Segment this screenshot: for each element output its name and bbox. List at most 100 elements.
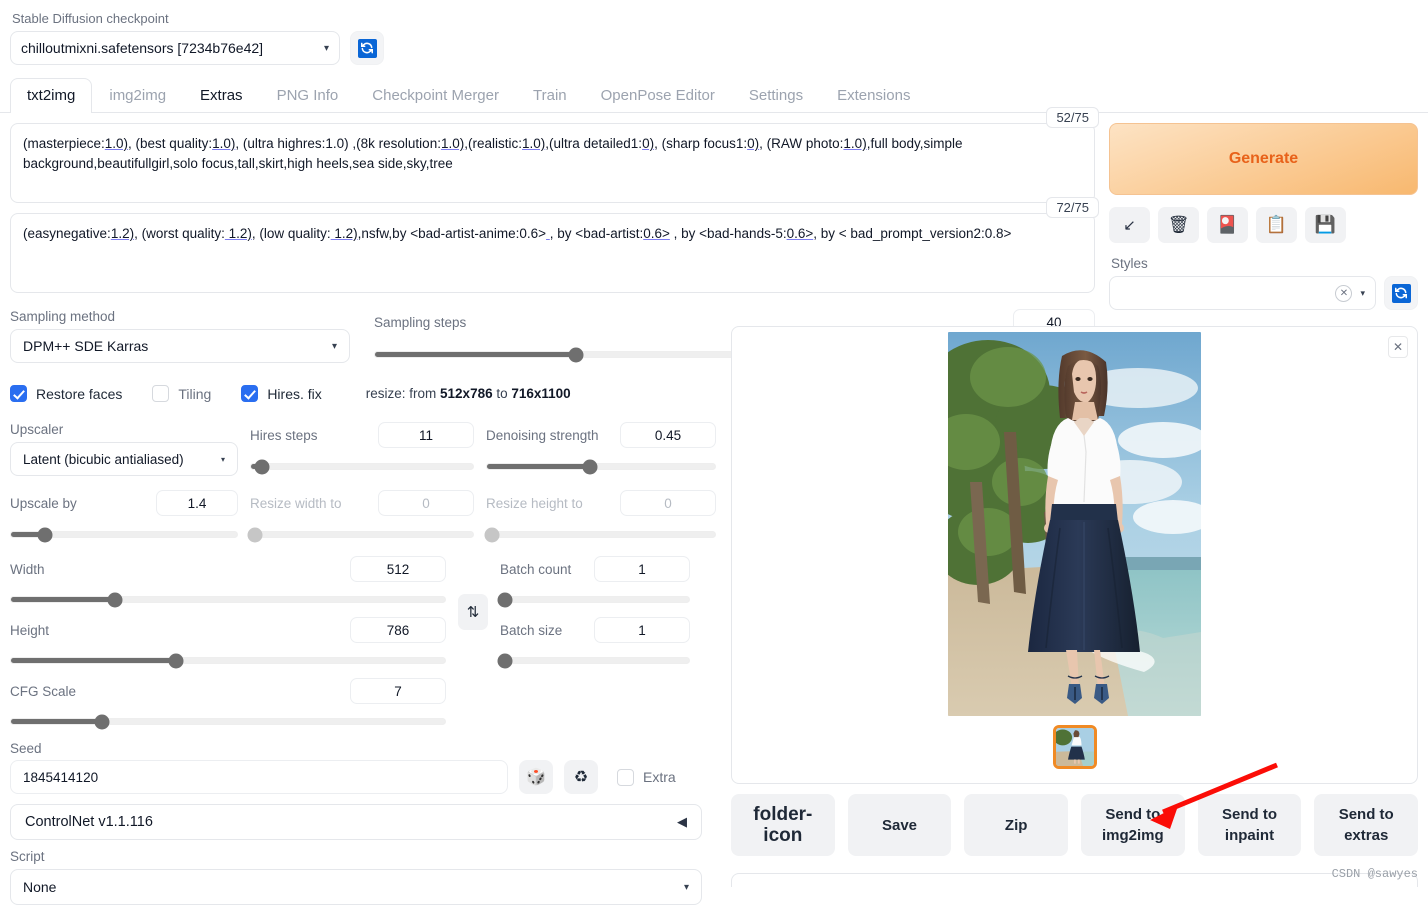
denoising-label: Denoising strength [486, 427, 599, 443]
trash-icon: 🗑 [1167, 215, 1190, 234]
seed-input[interactable]: 1845414120 [10, 760, 508, 794]
width-value[interactable]: 512 [350, 556, 446, 582]
send-to-img2img-button[interactable]: Send to img2img [1081, 794, 1185, 856]
random-seed-button[interactable]: 🎲 [519, 760, 553, 794]
tab-extras[interactable]: Extras [183, 78, 260, 113]
negative-prompt-token-counter: 72/75 [1046, 197, 1099, 218]
checkpoint-dropdown[interactable]: chilloutmixni.safetensors [7234b76e42] ▾ [10, 31, 340, 65]
resize-height-slider[interactable] [484, 527, 716, 542]
batch-count-slider[interactable] [497, 592, 690, 607]
save-style-button[interactable]: 💾 [1305, 207, 1346, 243]
resize-width-slider[interactable] [247, 527, 474, 542]
thumbnail-item[interactable] [1052, 725, 1097, 769]
tab-extensions[interactable]: Extensions [820, 78, 927, 113]
upscaler-dropdown[interactable]: Latent (bicubic antialiased) ▾ [10, 442, 238, 476]
bottom-panel-strip [731, 873, 1418, 887]
prompt-seg: , (sharp focus1: [654, 136, 748, 151]
checkpoint-refresh-button[interactable] [350, 31, 384, 65]
prompt-seg: ,(ultra detailed1: [545, 136, 643, 151]
extra-seed-checkbox[interactable]: Extra [617, 768, 676, 786]
tiling-label: Tiling [178, 385, 212, 402]
tab-openpose-editor[interactable]: OpenPose Editor [584, 78, 732, 113]
upscale-by-value[interactable]: 1.4 [156, 490, 238, 516]
negative-prompt-textarea[interactable]: (easynegative:1.2), (worst quality: 1.2)… [10, 213, 1095, 293]
show-extra-networks-button[interactable]: 🎴 [1207, 207, 1248, 243]
resize-height-value[interactable]: 0 [620, 490, 716, 516]
chevron-down-icon: ▾ [683, 881, 689, 893]
hires-fix-label: Hires. fix [267, 385, 322, 402]
checkbox-box [152, 385, 170, 402]
reuse-seed-button[interactable]: ♻ [564, 760, 598, 794]
refresh-icon [1391, 283, 1411, 303]
prompt-seg: ,(realistic: [464, 136, 522, 151]
main-tabbar: txt2img img2img Extras PNG Info Checkpoi… [0, 77, 1428, 113]
resize-note: resize: from 512x786 to 716x1100 [366, 386, 571, 401]
sampling-steps-label: Sampling steps [374, 314, 467, 330]
cfg-scale-value[interactable]: 7 [350, 678, 446, 704]
save-button[interactable]: Save [847, 794, 952, 856]
batch-size-value[interactable]: 1 [594, 617, 690, 643]
restore-faces-checkbox[interactable]: Restore faces [10, 385, 122, 402]
hires-steps-slider[interactable] [250, 459, 474, 474]
checkpoint-row: chilloutmixni.safetensors [7234b76e42] ▾ [10, 31, 1418, 65]
batch-count-value[interactable]: 1 [594, 556, 690, 582]
cfg-scale-slider[interactable] [10, 714, 446, 729]
prompt-seg: 1.0) [440, 136, 465, 151]
script-dropdown[interactable]: None ▾ [10, 869, 702, 905]
neg-seg: 1.2) [224, 226, 252, 241]
generated-image[interactable] [948, 332, 1201, 716]
upscale-by-slider[interactable] [10, 527, 238, 542]
width-label: Width [10, 561, 45, 577]
prompt-seg: 1.0) [212, 136, 236, 151]
image-stage [732, 327, 1417, 716]
resize-mid: to [492, 386, 512, 401]
sampling-method-dropdown[interactable]: DPM++ SDE Karras ▾ [10, 329, 350, 363]
resize-width-label: Resize width to [250, 495, 342, 511]
batch-size-slider[interactable] [497, 653, 690, 668]
close-icon[interactable]: ✕ [1388, 336, 1408, 358]
arrow-down-left-icon: ↙ [1123, 217, 1136, 234]
prompt-textarea[interactable]: (masterpiece:1.0), (best quality:1.0), (… [10, 123, 1095, 203]
sampling-method-label: Sampling method [10, 309, 116, 324]
clear-prompt-button[interactable]: 🗑 [1158, 207, 1199, 243]
generate-button[interactable]: Generate [1109, 123, 1418, 195]
denoising-slider[interactable] [486, 459, 716, 474]
tab-train[interactable]: Train [516, 78, 584, 113]
batch-size-label: Batch size [500, 622, 563, 638]
height-slider[interactable] [10, 653, 446, 668]
tab-txt2img[interactable]: txt2img [10, 78, 93, 113]
clear-icon[interactable]: ✕ [1335, 284, 1353, 302]
neg-seg: 1.2) [330, 226, 358, 241]
send-to-extras-button[interactable]: Send to extras [1314, 794, 1419, 856]
tab-png-info[interactable]: PNG Info [260, 78, 356, 113]
height-label: Height [10, 622, 50, 638]
hires-fix-checkbox[interactable]: Hires. fix [241, 385, 322, 402]
controlnet-label: ControlNet v1.1.116 [25, 814, 153, 830]
zip-button[interactable]: Zip [964, 794, 1069, 856]
seed-label: Seed [10, 741, 42, 756]
hires-steps-label: Hires steps [250, 427, 318, 443]
tab-img2img[interactable]: img2img [92, 78, 183, 113]
open-folder-button[interactable]: folder-icon [731, 794, 835, 856]
denoising-value[interactable]: 0.45 [620, 422, 716, 448]
styles-dropdown[interactable]: ✕ ▾ [1109, 276, 1376, 310]
upscale-by-label: Upscale by [10, 495, 77, 511]
watermark: CSDN @sawyes [1331, 867, 1418, 881]
controlnet-accordion[interactable]: ControlNet v1.1.116 ◀ [10, 804, 702, 840]
width-slider[interactable] [10, 592, 446, 607]
neg-seg: 0.6> [786, 226, 814, 241]
send-extras-line1: Send to [1338, 806, 1394, 823]
restore-progress-button[interactable]: ↙ [1109, 207, 1150, 243]
resize-width-value[interactable]: 0 [378, 490, 474, 516]
hires-steps-value[interactable]: 11 [378, 422, 474, 448]
chevron-down-icon: ▾ [1360, 287, 1365, 298]
apply-style-button[interactable]: 📋 [1256, 207, 1297, 243]
swap-dimensions-button[interactable]: ⇅ [458, 594, 488, 630]
tab-checkpoint-merger[interactable]: Checkpoint Merger [355, 78, 516, 113]
tiling-checkbox[interactable]: Tiling [152, 385, 211, 402]
chevron-down-icon: ▾ [220, 454, 225, 464]
tab-settings[interactable]: Settings [732, 78, 820, 113]
send-to-inpaint-button[interactable]: Send to inpaint [1197, 794, 1302, 856]
height-value[interactable]: 786 [350, 617, 446, 643]
styles-refresh-button[interactable] [1384, 276, 1418, 310]
